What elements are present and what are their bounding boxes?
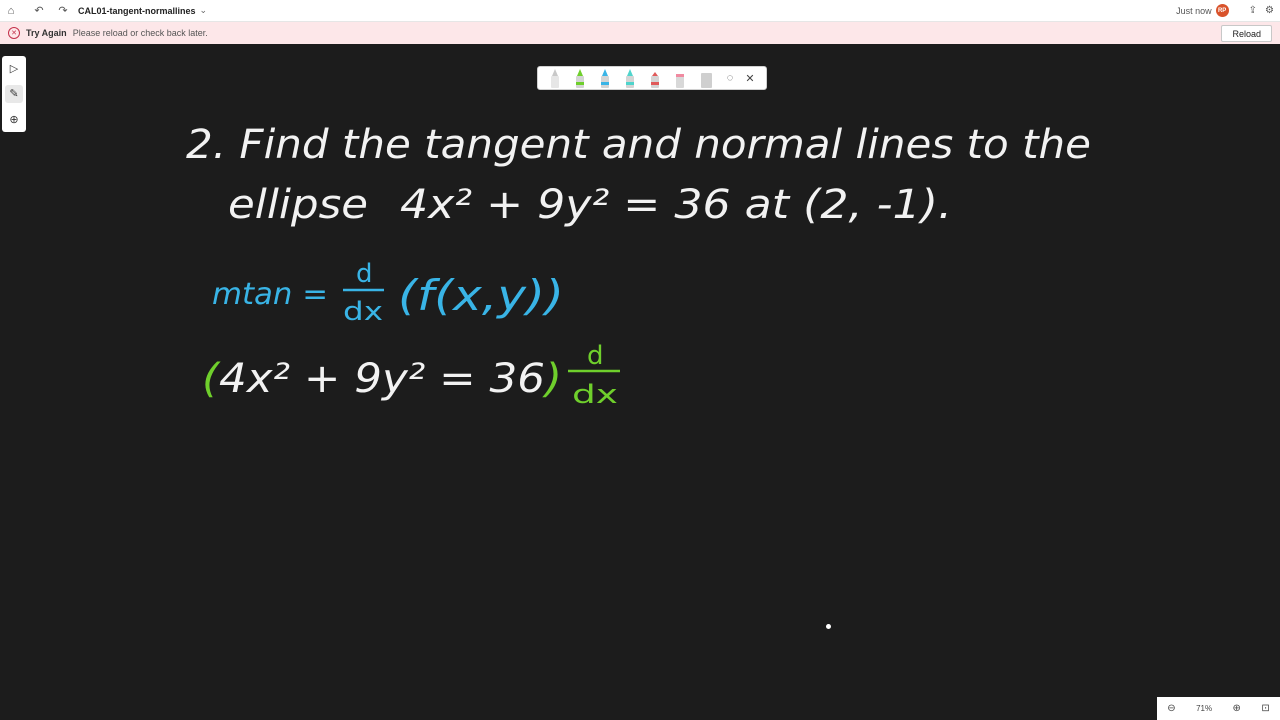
error-icon: ✕ — [8, 27, 20, 39]
error-notification: ✕ Try Again Please reload or check back … — [0, 22, 1280, 44]
problem-line-1: 2. Find the tangent and normal lines to … — [186, 122, 1091, 168]
pen-red[interactable] — [649, 68, 661, 88]
ink-layer: 2. Find the tangent and normal lines to … — [186, 122, 1091, 410]
lasso-icon[interactable]: ◌ — [723, 67, 737, 89]
mtan-expression: (f(x,y)) — [398, 271, 564, 320]
pen-green[interactable] — [574, 68, 586, 88]
whiteboard-canvas[interactable]: 2. Find the tangent and normal lines to … — [0, 45, 1280, 720]
title-bar: ⌂ ↶ ↷ CAL01-tangent-normallines ⌄ Just n… — [0, 0, 1280, 22]
eraser[interactable] — [699, 68, 712, 88]
zoom-in-icon[interactable]: ⊕ — [1233, 703, 1241, 714]
undo-icon[interactable]: ↶ — [32, 4, 46, 18]
settings-icon[interactable]: ⚙ — [1265, 5, 1274, 16]
eq2-expression: (4x² + 9y² = 36) — [202, 356, 562, 402]
mtan-frac-numerator: d — [356, 259, 373, 289]
document-title[interactable]: CAL01-tangent-normallines ⌄ — [78, 5, 207, 16]
title-bar-right: Just now RP ⇪ ⚙ — [1176, 0, 1274, 21]
chevron-down-icon[interactable]: ⌄ — [200, 5, 208, 16]
share-icon[interactable]: ⇪ — [1249, 5, 1257, 16]
highlighter-pink[interactable] — [674, 68, 686, 88]
reload-button[interactable]: Reload — [1221, 25, 1272, 42]
mtan-label: mtan = — [212, 277, 328, 312]
home-icon[interactable]: ⌂ — [4, 4, 18, 18]
pen-blue[interactable] — [599, 68, 611, 88]
pen-white[interactable] — [549, 68, 561, 88]
select-icon[interactable]: ▷ — [5, 60, 23, 78]
eq2-frac-denominator: dx — [572, 380, 618, 410]
pen-icon[interactable]: ✎ — [5, 84, 23, 103]
left-toolbar: ▷ ✎ ⊕ — [2, 56, 26, 132]
fit-icon[interactable]: ⊡ — [1261, 703, 1269, 714]
close-icon[interactable]: ✕ — [743, 67, 757, 89]
mtan-frac-denominator: dx — [343, 297, 383, 327]
pen-toolbar: ◌ ✕ — [537, 66, 767, 90]
pen-cursor — [826, 624, 831, 629]
add-icon[interactable]: ⊕ — [5, 110, 23, 128]
notification-title: Try Again — [26, 28, 67, 38]
zoom-bar: ⊖ 71% ⊕ ⊡ — [1157, 697, 1280, 720]
problem-equation: 4x² + 9y² = 36 at (2, -1). — [400, 182, 952, 228]
problem-word-ellipse: ellipse — [228, 182, 368, 228]
save-status: Just now — [1176, 5, 1212, 16]
zoom-level: 71% — [1196, 704, 1213, 713]
avatar[interactable]: RP — [1215, 4, 1229, 17]
notification-message: Please reload or check back later. — [72, 28, 208, 38]
zoom-out-icon[interactable]: ⊖ — [1167, 703, 1175, 714]
eq2-frac-numerator: d — [587, 341, 604, 371]
redo-icon[interactable]: ↷ — [56, 4, 70, 18]
highlighter-teal[interactable] — [624, 68, 636, 88]
